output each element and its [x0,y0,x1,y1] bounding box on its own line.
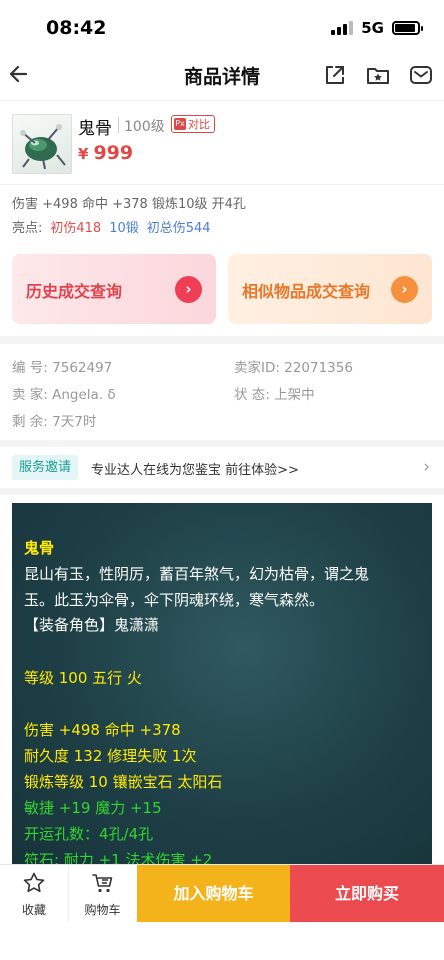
star-icon [23,872,45,893]
cart-button[interactable]: 购物车 [68,865,136,922]
seller-label: 卖 家: [12,387,48,403]
price-value: 999 [93,142,134,164]
header-divider [0,184,444,185]
product-level: 100级 [124,119,165,135]
signal-icon [331,21,354,35]
nav-bar: 商品详情 [0,56,444,96]
nav-divider [0,100,444,101]
seller-id-value: 22071356 [284,360,353,376]
service-invite-link[interactable]: 专业达人在线为您鉴宝 前往体验>> [91,459,299,478]
name-separator [118,117,119,133]
item-id-label: 编 号: [12,360,48,376]
seller-id-label: 卖家ID: [234,360,280,376]
beetle-item-image [20,124,66,170]
favorite-label: 收藏 [21,903,46,917]
service-invite-badge: 服务邀请 [12,455,79,480]
highlight-item: 初总伤544 [146,221,211,236]
network-label: 5G [361,19,384,37]
highlight-item: 初伤418 [50,221,102,236]
buy-now-button[interactable]: 立即购买 [290,865,444,922]
chevron-right-icon: › [391,276,418,303]
stat-line: 锻炼等级 10 镶嵌宝石 太阳石 [24,773,223,791]
compare-button[interactable]: Px 对比 [171,115,215,133]
remaining-label: 剩 余: [12,414,48,430]
bottom-action-bar: 收藏 购物车 加入购物车 立即购买 [0,864,444,922]
battery-icon [392,21,423,35]
seller: 卖 家: Angela. δ [12,383,116,403]
stat-line: 耐久度 132 修理失败 1次 [24,747,197,765]
add-to-cart-button[interactable]: 加入购物车 [137,865,290,922]
status-label: 状 态: [234,387,270,403]
folder-favorite-icon[interactable] [365,62,391,88]
message-icon[interactable] [408,62,434,88]
remaining-value: 7天7时 [52,414,97,430]
favorite-button[interactable]: 收藏 [0,865,68,922]
product-name: 鬼骨 [78,119,112,139]
status-indicators: 5G [331,19,423,37]
seller-value: Angela. δ [52,387,116,403]
remaining-time: 剩 余: 7天7时 [12,410,96,430]
product-thumbnail[interactable] [12,114,72,174]
lore-line: 【装备角色】鬼潇潇 [24,616,160,634]
section-gap [0,440,444,447]
lore-line: 玉。此玉为伞骨，伞下阴魂环绕，寒气森然。 [24,591,325,609]
lore-line: 昆山有玉，性阴厉，蓄百年煞气，幻为枯骨，谓之鬼 [24,565,370,583]
highlights-label: 亮点: [12,221,43,236]
description-title: 鬼骨 [24,539,55,557]
stat-line: 敏捷 +19 魔力 +15 [24,799,162,817]
chevron-right-icon[interactable]: › [423,457,430,477]
item-description-panel: 鬼骨 昆山有玉，性阴厉，蓄百年煞气，幻为枯骨，谓之鬼 玉。此玉为伞骨，伞下阴魂环… [12,503,432,864]
chevron-right-icon: › [175,276,202,303]
currency-symbol: ¥ [78,145,89,163]
highlights-row: 亮点: 初伤418 10锻 初总伤544 [12,217,211,236]
stat-line: 符石: 耐力 +1 法术伤害 +2 [24,851,213,864]
compare-icon: Px [174,118,186,130]
status-bar: 08:42 5G [0,0,444,56]
item-id-value: 7562497 [52,360,113,376]
product-price: ¥999 [78,142,133,164]
similar-deals-label: 相似物品成交查询 [242,282,371,301]
history-deals-card[interactable]: 历史成交查询 › [12,254,216,324]
status-time: 08:42 [46,17,107,39]
stat-line: 伤害 +498 命中 +378 [24,721,181,739]
similar-deals-card[interactable]: 相似物品成交查询 › [228,254,432,324]
section-gap [0,488,444,495]
status-value: 上架中 [274,387,315,403]
share-icon[interactable] [322,62,348,88]
compare-label: 对比 [188,118,210,131]
shopping-cart-icon [92,874,113,893]
cart-label: 购物车 [84,903,121,917]
section-gap [0,336,444,344]
history-deals-label: 历史成交查询 [26,282,123,301]
seller-id: 卖家ID: 22071356 [234,356,353,376]
level-line: 等级 100 五行 火 [24,669,142,687]
item-id: 编 号: 7562497 [12,356,112,376]
listing-status: 状 态: 上架中 [234,383,315,403]
product-attributes: 伤害 +498 命中 +378 锻炼10级 开4孔 [12,197,246,212]
stat-line: 开运孔数：4孔/4孔 [24,825,154,843]
highlight-item: 10锻 [109,221,139,236]
